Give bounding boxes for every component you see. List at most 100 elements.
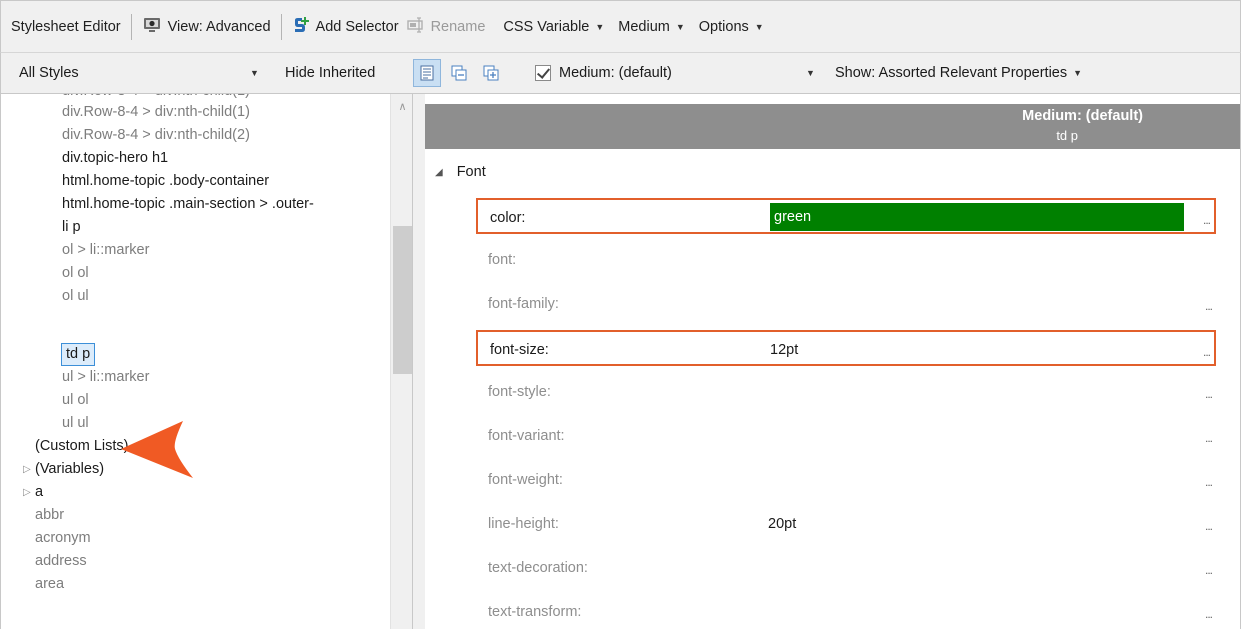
view-eye-icon	[142, 15, 162, 39]
toolbar-divider	[130, 13, 132, 40]
rename-label: Rename	[430, 18, 486, 35]
options-menu[interactable]: Options ▼	[695, 12, 768, 42]
property-row-text-transform[interactable]: text-transform: ...	[476, 594, 1216, 629]
property-value[interactable]: 12pt	[770, 332, 798, 368]
scroll-up-arrow-icon[interactable]: ∧	[391, 100, 412, 113]
properties-panel: Medium: (default) td p ◢ Font color: gre…	[412, 94, 1241, 629]
tree-item[interactable]: div.topic-hero h1	[62, 147, 168, 170]
property-value[interactable]: 20pt	[768, 506, 796, 542]
expand-arrow-icon[interactable]: ▷	[23, 458, 31, 481]
filter-toolbar: All Styles ▼ Hide Inherited Medium: (def…	[0, 52, 1241, 94]
tree-item[interactable]: ol > li::marker	[62, 239, 149, 262]
medium-column-header: Medium: (default) td p	[425, 104, 1240, 149]
medium-filter-combo[interactable]: Medium: (default) ▼	[535, 53, 820, 93]
tree-item[interactable]: ul ol	[62, 389, 89, 412]
rename-button[interactable]: Rename	[403, 12, 490, 42]
tree-item[interactable]: html.home-topic .body-container	[62, 170, 269, 193]
tree-item[interactable]: ul > li::marker	[62, 366, 149, 389]
tree-item[interactable]: div.Row-8-4 > div:nth-child(2)	[62, 124, 250, 147]
property-row-font[interactable]: font:	[476, 242, 1216, 278]
property-row-font-style[interactable]: font-style: ...	[476, 374, 1216, 410]
expand-all-icon[interactable]	[477, 59, 505, 87]
font-group-header[interactable]: ◢ Font	[435, 164, 486, 180]
more-button[interactable]: ...	[1203, 200, 1211, 240]
property-row-font-family[interactable]: font-family: ...	[476, 286, 1216, 322]
tree-item-label: (Custom Lists)	[35, 438, 129, 454]
group-label: Font	[456, 164, 486, 180]
collapse-all-icon[interactable]	[445, 59, 473, 87]
show-properties-combo[interactable]: Show: Assorted Relevant Properties ▼	[835, 53, 1082, 93]
tree-item[interactable]: ol ul	[62, 285, 89, 308]
tree-item[interactable]: ol ol	[62, 262, 89, 285]
property-row-font-size[interactable]: font-size: 12pt ...	[476, 330, 1216, 366]
more-button[interactable]: ...	[1205, 374, 1213, 414]
show-properties-value: Show: Assorted Relevant Properties	[835, 65, 1068, 81]
property-name: line-height:	[488, 516, 559, 532]
styles-filter-value: All Styles	[19, 65, 79, 81]
view-mode-label: View: Advanced	[167, 18, 271, 35]
tree-item-label: area	[35, 576, 65, 592]
property-value-color-swatch[interactable]: green	[770, 203, 1184, 231]
property-name: font-variant:	[488, 428, 565, 444]
tree-item-label: html.home-topic .main-section > .outer-	[62, 196, 314, 212]
scroll-thumb[interactable]	[393, 226, 412, 374]
property-row-line-height[interactable]: line-height: 20pt ...	[476, 506, 1216, 542]
collapse-arrow-icon[interactable]: ◢	[435, 167, 443, 178]
tree-item-label: a	[35, 484, 44, 500]
view-icons-group	[413, 58, 523, 88]
tree-item-label: address	[35, 553, 87, 569]
add-selector-button[interactable]: Add Selector	[288, 12, 403, 42]
more-button[interactable]: ...	[1205, 506, 1213, 546]
more-button[interactable]: ...	[1205, 594, 1213, 629]
styles-filter-combo[interactable]: All Styles ▼	[19, 53, 274, 93]
dropdown-caret-icon: ▼	[595, 21, 605, 32]
tree-item[interactable]: li p	[62, 216, 81, 239]
dropdown-caret-icon: ▼	[1073, 68, 1083, 78]
tree-item-label: div.Row-8-4 > div:nth-child(2)	[62, 127, 250, 143]
rename-icon	[406, 16, 425, 37]
property-row-color[interactable]: color: green ...	[476, 198, 1216, 234]
tree-item-selected[interactable]: td p	[61, 343, 96, 366]
property-name: font-family:	[488, 296, 559, 312]
property-row-font-weight[interactable]: font-weight: ...	[476, 462, 1216, 498]
css-variable-label: CSS Variable	[503, 18, 590, 35]
hide-inherited-button[interactable]: Hide Inherited	[285, 53, 375, 93]
css-variable-menu[interactable]: CSS Variable ▼	[499, 12, 608, 42]
tree-item[interactable]: div.Row-8-4 > div:nth-child(1)	[62, 101, 250, 124]
tree-item-label: td p	[61, 343, 96, 366]
property-row-font-variant[interactable]: font-variant: ...	[476, 418, 1216, 454]
panel-splitter[interactable]	[413, 94, 425, 629]
list-view-icon[interactable]	[413, 59, 441, 87]
more-button[interactable]: ...	[1205, 550, 1213, 590]
tree-item[interactable]: acronym	[35, 527, 91, 550]
tree-item-label: div.Row-8-4 > div:nth-child(1)	[62, 94, 250, 99]
view-mode-button[interactable]: View: Advanced	[138, 12, 275, 42]
tree-item-custom-lists[interactable]: (Custom Lists)	[35, 435, 128, 458]
tree-item-label: div.Row-8-4 > div:nth-child(1)	[62, 104, 250, 120]
tree-item-a[interactable]: ▷ a	[23, 481, 44, 504]
expand-arrow-icon[interactable]: ▷	[23, 481, 31, 504]
dropdown-caret-icon: ▼	[806, 68, 815, 78]
tree-item-variables[interactable]: ▷ (Variables)	[23, 458, 104, 481]
tree-item[interactable]: ul ul	[62, 412, 89, 435]
tree-item-label: ol ol	[62, 265, 89, 281]
property-row-text-decoration[interactable]: text-decoration: ...	[476, 550, 1216, 586]
medium-menu[interactable]: Medium ▼	[614, 12, 689, 42]
more-button[interactable]: ...	[1203, 332, 1211, 372]
tree-item-label: ul ul	[62, 415, 89, 431]
options-menu-label: Options	[698, 18, 749, 35]
medium-menu-label: Medium	[618, 18, 670, 35]
dropdown-caret-icon: ▼	[754, 21, 764, 32]
hide-inherited-label: Hide Inherited	[285, 65, 376, 81]
tree-item[interactable]: abbr	[35, 504, 64, 527]
medium-filter-checkbox[interactable]	[535, 65, 551, 81]
more-button[interactable]: ...	[1205, 462, 1213, 502]
tree-item[interactable]: html.home-topic .main-section > .outer-	[62, 193, 390, 216]
property-name: font:	[488, 252, 517, 268]
tree-item[interactable]: area	[35, 573, 64, 596]
more-button[interactable]: ...	[1205, 286, 1213, 326]
tree-item[interactable]: address	[35, 550, 87, 573]
dropdown-caret-icon: ▼	[675, 21, 685, 32]
tree-scrollbar[interactable]: ∧	[390, 94, 412, 629]
more-button[interactable]: ...	[1205, 418, 1213, 458]
